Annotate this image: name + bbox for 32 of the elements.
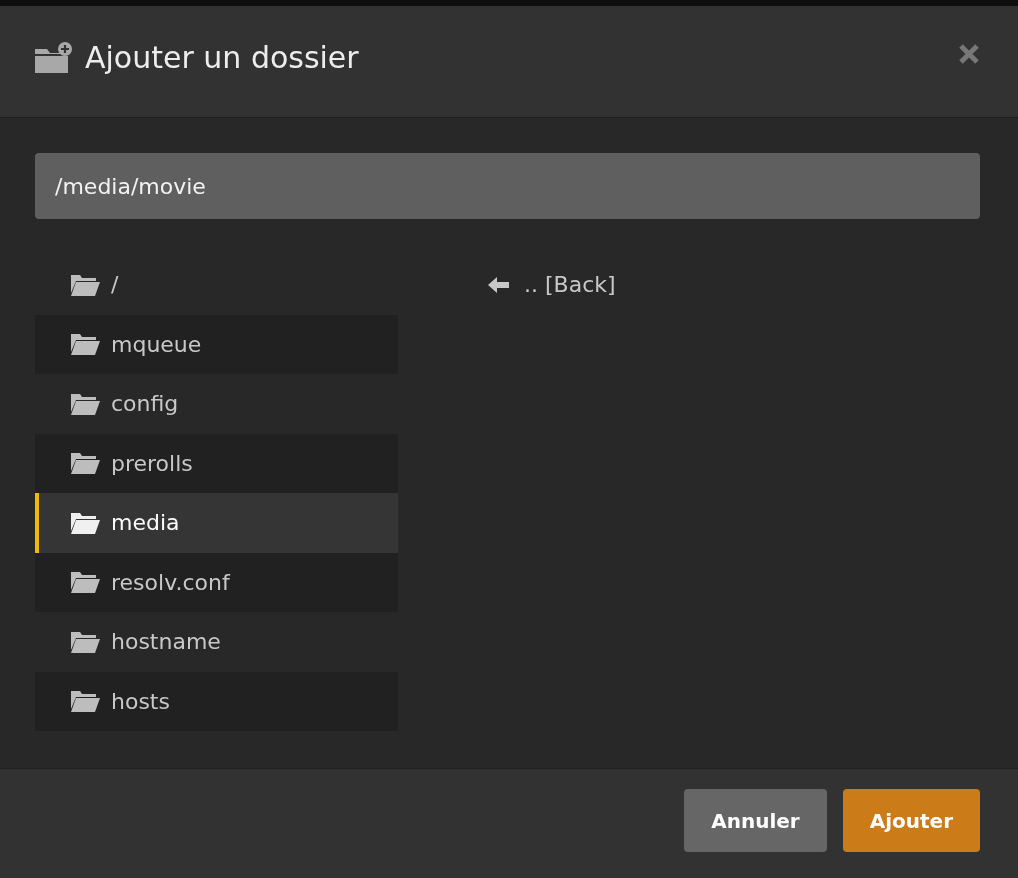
folder-name: prerolls [111,450,193,476]
folder-item[interactable]: prerolls [35,433,398,493]
dialog-title: Ajouter un dossier [85,40,360,75]
folder-plus-icon [35,40,73,75]
folder-icon [69,689,101,714]
folder-name: mqueue [111,331,202,357]
folder-name: hosts [111,688,170,714]
folder-item[interactable]: / [35,255,398,315]
folder-name: media [111,510,180,536]
folder-item[interactable]: media [35,493,398,553]
folder-item[interactable]: hostname [35,612,398,672]
folder-item[interactable]: config [35,374,398,434]
left-arrow-icon [488,275,510,294]
folder-icon [69,570,101,595]
folder-icon [69,629,101,654]
folder-icon [69,391,101,416]
folder-name: resolv.conf [111,569,230,595]
folder-icon [69,510,101,535]
folder-name: config [111,391,179,417]
folder-icon [69,272,101,297]
folder-item[interactable]: mqueue [35,314,398,374]
back-item[interactable]: .. [Back] [488,255,851,315]
folder-name: / [111,272,119,298]
cancel-button[interactable]: Annuler [684,789,827,852]
path-field[interactable]: /media/movie [35,153,980,219]
folder-item[interactable]: hosts [35,671,398,731]
folder-name: hostname [111,629,221,655]
close-icon [958,42,980,65]
folder-item[interactable]: resolv.conf [35,552,398,612]
folder-icon [69,332,101,357]
back-label: .. [Back] [524,272,616,298]
folder-icon [69,451,101,476]
